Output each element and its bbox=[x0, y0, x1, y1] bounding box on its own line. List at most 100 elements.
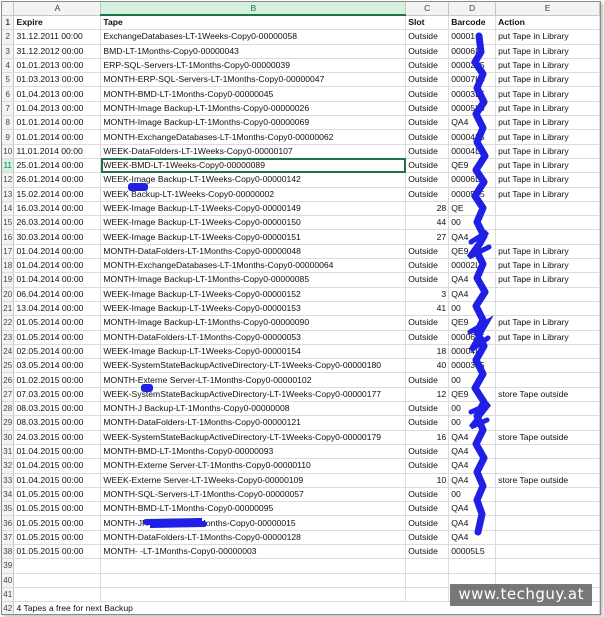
cell-action[interactable]: store Tape outside bbox=[495, 473, 600, 488]
cell-empty[interactable] bbox=[405, 573, 450, 588]
cell-action[interactable] bbox=[495, 358, 600, 374]
row-header[interactable]: 39 bbox=[2, 558, 15, 574]
cell-slot[interactable]: Outside bbox=[405, 101, 450, 117]
cell-slot[interactable]: 16 bbox=[405, 430, 450, 445]
cell-slot[interactable]: 27 bbox=[405, 229, 450, 245]
cell-tape[interactable]: MONTH-Image Backup-LT-1Months-Copy0-0000… bbox=[100, 315, 407, 331]
cell-slot[interactable]: Outside bbox=[405, 415, 450, 431]
cell-action[interactable]: put Tape in Library bbox=[495, 187, 600, 202]
cell-expire[interactable]: 06.04.2014 00:00 bbox=[13, 287, 102, 302]
cell-action[interactable]: put Tape in Library bbox=[495, 44, 600, 59]
row-header[interactable]: 29 bbox=[2, 415, 15, 431]
cell-expire[interactable]: 01.04.2013 00:00 bbox=[13, 86, 102, 102]
row-header[interactable]: 26 bbox=[2, 372, 15, 388]
row-header[interactable]: 35 bbox=[2, 501, 15, 517]
cell-slot[interactable]: Outside bbox=[405, 187, 450, 202]
cell-expire[interactable]: 01.05.2015 00:00 bbox=[13, 487, 102, 503]
cell-tape[interactable]: MONTH-DataFolders-LT-1Months-Copy0-00000… bbox=[100, 415, 407, 431]
cell-tape[interactable]: ERP-SQL-Servers-LT-1Months-Copy0-0000003… bbox=[100, 58, 407, 74]
row-header[interactable]: 25 bbox=[2, 358, 15, 374]
cell-action[interactable]: put Tape in Library bbox=[495, 315, 600, 331]
cell-action[interactable]: put Tape in Library bbox=[495, 272, 600, 288]
cell-expire[interactable]: 01.04.2015 00:00 bbox=[13, 458, 102, 474]
cell-action[interactable]: put Tape in Library bbox=[495, 158, 600, 174]
cell-tape[interactable]: MONTH-SQL-Servers-LT-1Months-Copy0-00000… bbox=[100, 487, 407, 503]
column-header-c[interactable]: C bbox=[405, 2, 450, 16]
row-header[interactable]: 41 bbox=[2, 587, 15, 603]
cell-tape[interactable]: WEEK-SystemStateBackupActiveDirectory-LT… bbox=[100, 430, 407, 445]
row-header[interactable]: 2 bbox=[2, 29, 15, 45]
row-header[interactable]: 10 bbox=[2, 144, 15, 159]
row-header[interactable]: 40 bbox=[2, 573, 15, 588]
cell-tape[interactable]: MONTH-ERP-SQL-Servers-LT-1Months-Copy0-0… bbox=[100, 72, 407, 88]
row-header[interactable]: 34 bbox=[2, 487, 15, 503]
cell-empty[interactable] bbox=[405, 587, 450, 603]
column-header-d[interactable]: D bbox=[448, 2, 497, 16]
cell-action[interactable] bbox=[495, 458, 600, 474]
cell-expire[interactable]: 01.05.2014 00:00 bbox=[13, 315, 102, 331]
cell-slot[interactable]: Outside bbox=[405, 129, 450, 145]
row-header[interactable]: 8 bbox=[2, 115, 15, 131]
cell-action[interactable]: put Tape in Library bbox=[495, 144, 600, 159]
cell-expire[interactable]: 01.04.2014 00:00 bbox=[13, 272, 102, 288]
cell-tape[interactable]: MONTH-DataFolders-LT-1Months-Copy0-00000… bbox=[100, 530, 407, 545]
cell-tape[interactable]: MONTH-BMD-LT-1Months-Copy0-00000095 bbox=[100, 501, 407, 517]
cell-action[interactable] bbox=[495, 444, 600, 460]
cell-expire[interactable]: 01.03.2013 00:00 bbox=[13, 72, 102, 88]
cell-slot[interactable]: 12 bbox=[405, 387, 450, 403]
cell-expire[interactable]: 01.01.2013 00:00 bbox=[13, 58, 102, 74]
row-header[interactable]: 38 bbox=[2, 544, 15, 560]
cell-action[interactable]: put Tape in Library bbox=[495, 258, 600, 274]
header-tape[interactable]: Tape bbox=[100, 15, 407, 31]
cell-action[interactable]: put Tape in Library bbox=[495, 115, 600, 131]
cell-slot[interactable]: Outside bbox=[405, 29, 450, 45]
cell-slot[interactable]: 28 bbox=[405, 201, 450, 217]
cell-slot[interactable]: 10 bbox=[405, 473, 450, 488]
cell-action[interactable] bbox=[495, 487, 600, 503]
row-header[interactable]: 27 bbox=[2, 387, 15, 403]
cell-action[interactable] bbox=[495, 229, 600, 245]
cell-tape[interactable]: MONTH- -LT-1Months-Copy0-00000003 bbox=[100, 544, 407, 560]
cell-expire[interactable]: 01.04.2014 00:00 bbox=[13, 258, 102, 274]
header-slot[interactable]: Slot bbox=[405, 15, 450, 31]
cell-expire[interactable]: 08.03.2015 00:00 bbox=[13, 415, 102, 431]
cell-slot[interactable]: 44 bbox=[405, 215, 450, 231]
row-header[interactable]: 33 bbox=[2, 473, 15, 488]
cell-slot[interactable]: Outside bbox=[405, 401, 450, 417]
row-header[interactable]: 14 bbox=[2, 201, 15, 217]
cell-action[interactable] bbox=[495, 344, 600, 360]
row-header[interactable]: 3 bbox=[2, 44, 15, 59]
cell-tape[interactable]: MONTH-DataFolders-LT-1Months-Copy0-00000… bbox=[100, 330, 407, 345]
cell-action[interactable]: put Tape in Library bbox=[495, 129, 600, 145]
row-header[interactable]: 11 bbox=[2, 158, 15, 174]
cell-tape[interactable]: MONTH-ExchangeDatabases-LT-1Months-Copy0… bbox=[100, 129, 407, 145]
cell-slot[interactable]: Outside bbox=[405, 487, 450, 503]
cell-tape[interactable]: WEEK-DataFolders-LT-1Weeks-Copy0-0000010… bbox=[100, 144, 407, 159]
cell-expire[interactable]: 01.04.2015 00:00 bbox=[13, 444, 102, 460]
cell-action[interactable]: put Tape in Library bbox=[495, 244, 600, 260]
cell-action[interactable] bbox=[495, 530, 600, 545]
cell-expire[interactable]: 31.12.2011 00:00 bbox=[13, 29, 102, 45]
cell-slot[interactable]: Outside bbox=[405, 72, 450, 88]
cell-action[interactable]: put Tape in Library bbox=[495, 29, 600, 45]
cell-expire[interactable]: 30.03.2014 00:00 bbox=[13, 229, 102, 245]
row-header[interactable]: 21 bbox=[2, 301, 15, 317]
cell-action[interactable] bbox=[495, 287, 600, 302]
cell-expire[interactable]: 01.01.2014 00:00 bbox=[13, 129, 102, 145]
cell-tape[interactable]: BMD-LT-1Months-Copy0-00000043 bbox=[100, 44, 407, 59]
cell-slot[interactable]: Outside bbox=[405, 115, 450, 131]
cell-tape[interactable]: WEEK-Image Backup-LT-1Weeks-Copy0-000001… bbox=[100, 301, 407, 317]
cell-slot[interactable]: Outside bbox=[405, 58, 450, 74]
cell-expire[interactable]: 11.01.2014 00:00 bbox=[13, 144, 102, 159]
cell-slot[interactable]: Outside bbox=[405, 515, 450, 531]
cell-expire[interactable]: 13.04.2014 00:00 bbox=[13, 301, 102, 317]
cell-tape[interactable]: WEEK-Image Backup-LT-1Weeks-Copy0-000001… bbox=[100, 344, 407, 360]
row-header[interactable]: 9 bbox=[2, 129, 15, 145]
cell-expire[interactable]: 31.12.2012 00:00 bbox=[13, 44, 102, 59]
cell-slot[interactable]: Outside bbox=[405, 458, 450, 474]
cell-slot[interactable]: Outside bbox=[405, 172, 450, 188]
cell-expire[interactable]: 01.04.2013 00:00 bbox=[13, 101, 102, 117]
cell-action[interactable]: put Tape in Library bbox=[495, 101, 600, 117]
cell-action[interactable] bbox=[495, 301, 600, 317]
cell-action[interactable] bbox=[495, 415, 600, 431]
